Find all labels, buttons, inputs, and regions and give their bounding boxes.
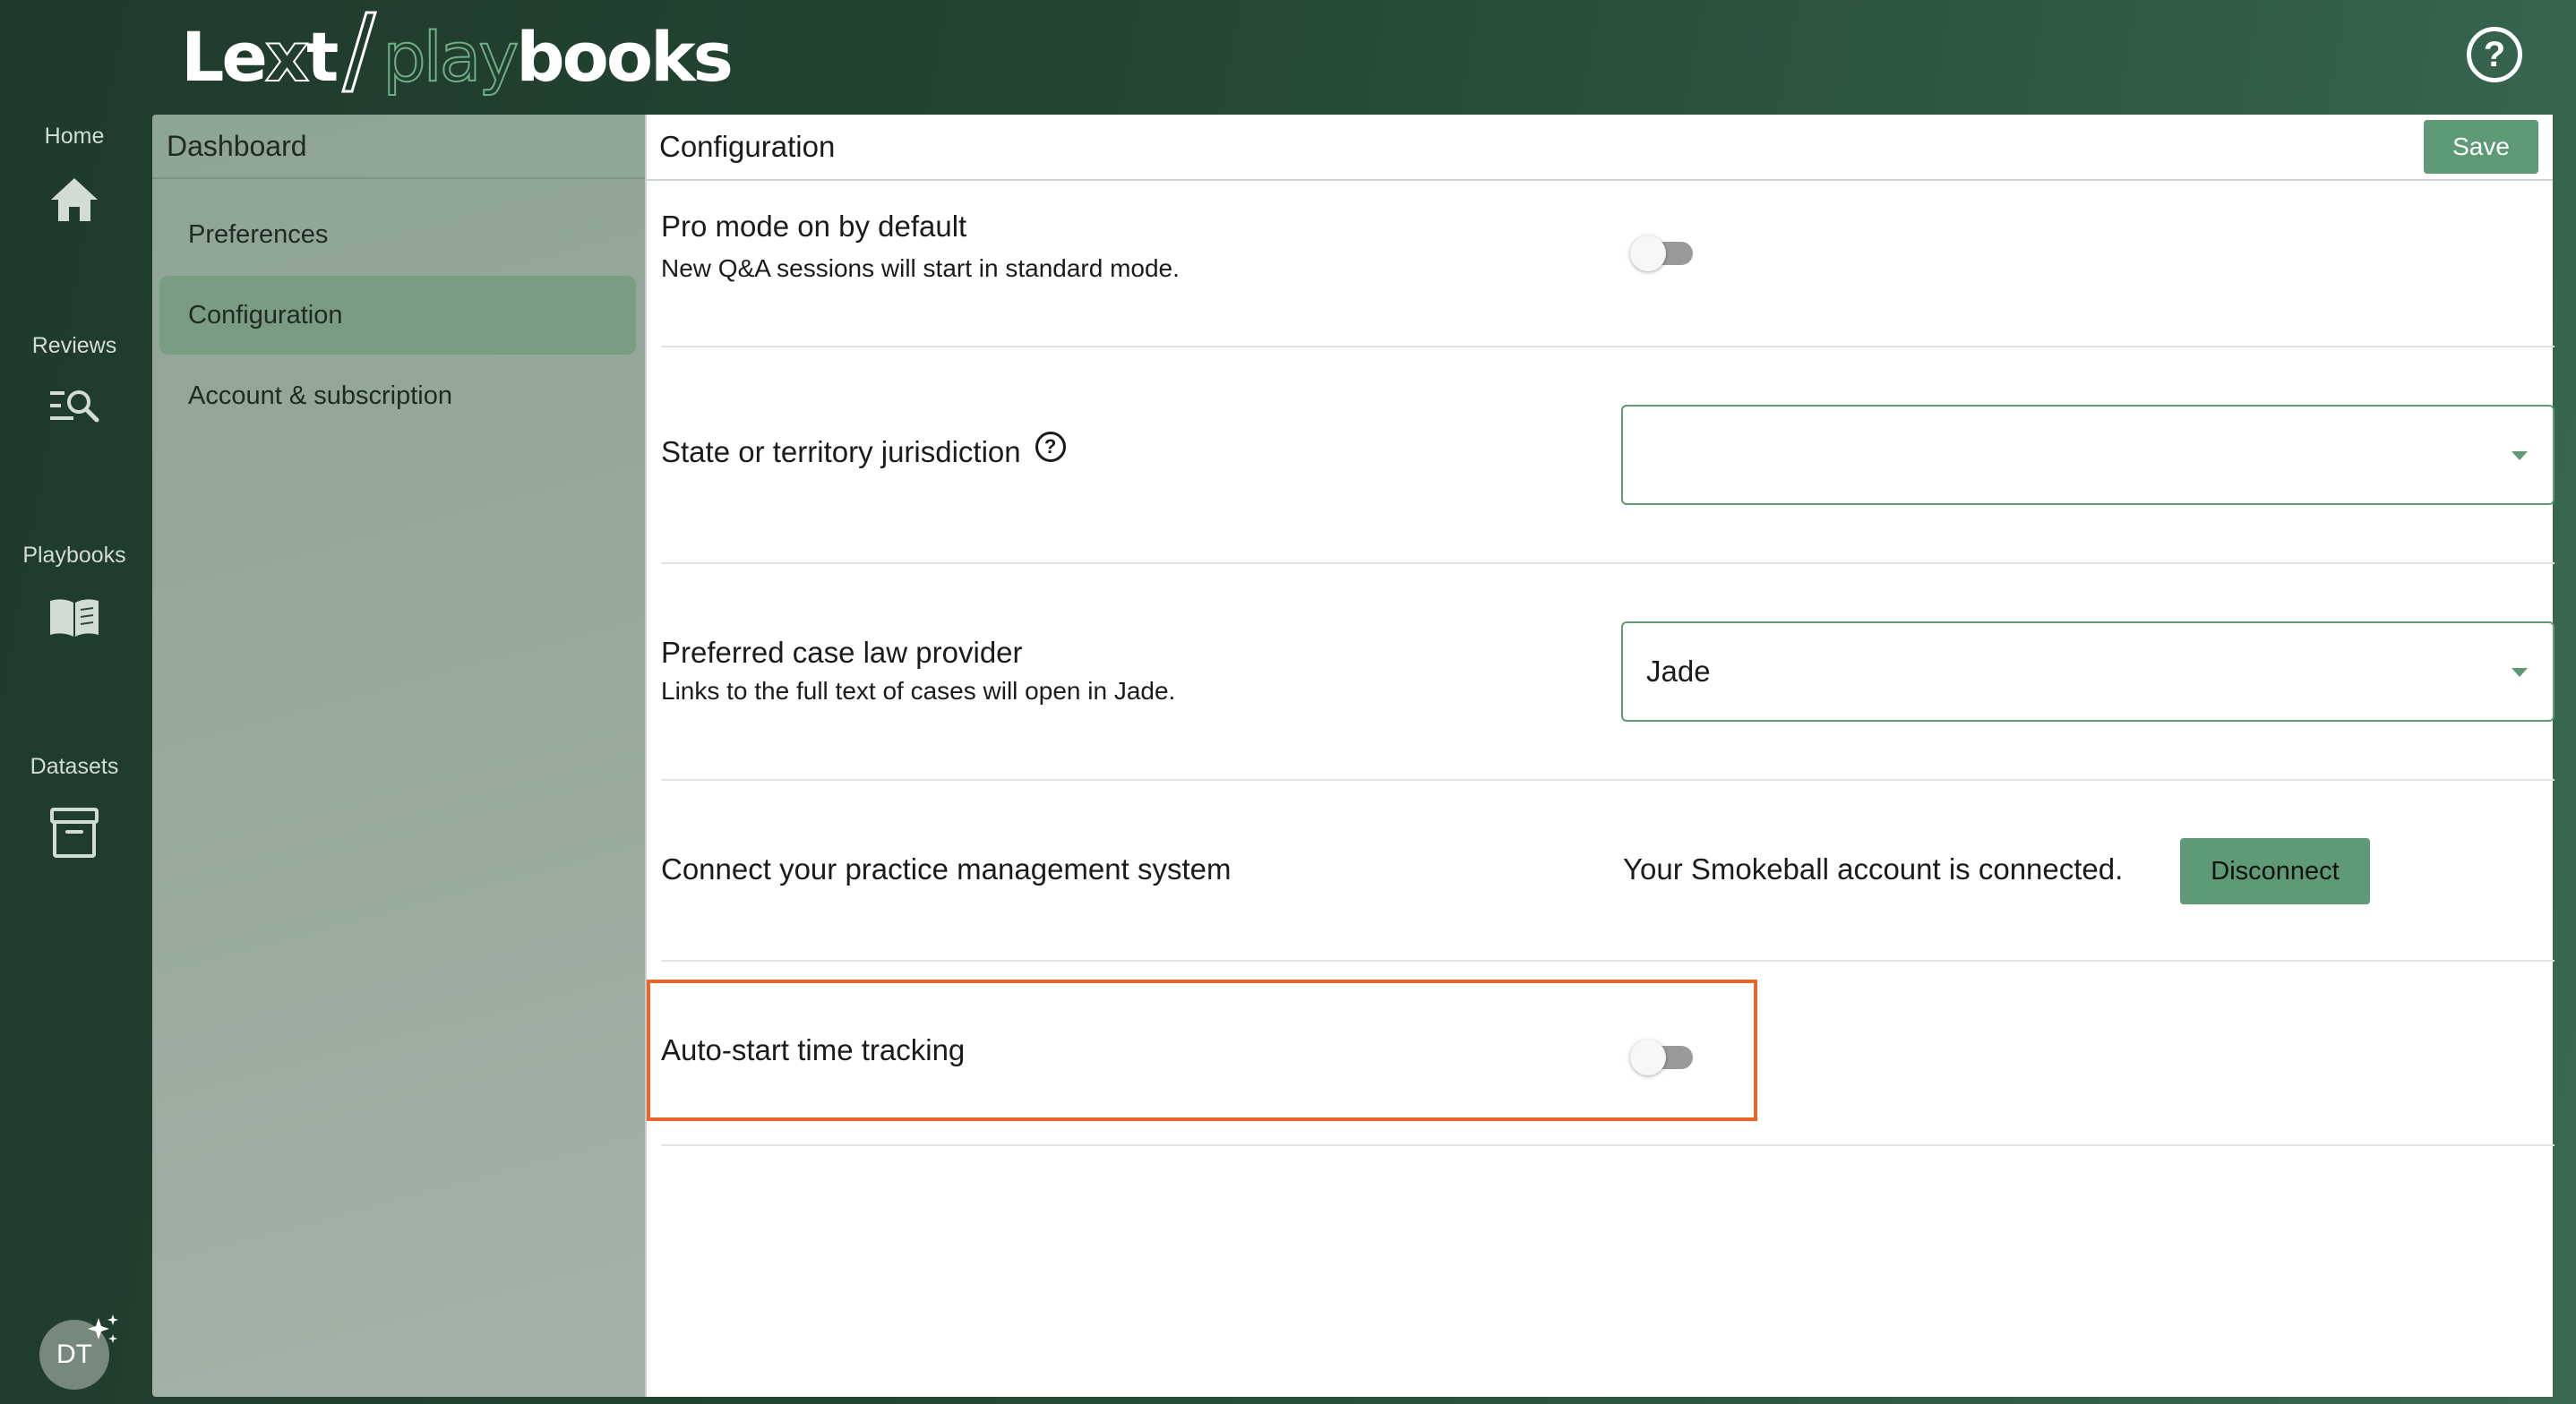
nav-item-datasets[interactable]: Datasets (0, 754, 149, 859)
pro-mode-toggle[interactable] (1630, 231, 1698, 274)
logo-text-le: Le (181, 17, 268, 97)
divider (661, 346, 2555, 347)
save-button[interactable]: Save (2424, 120, 2538, 174)
nav-label-playbooks: Playbooks (22, 543, 126, 568)
page-title: Configuration (647, 115, 2553, 181)
nav-item-playbooks[interactable]: Playbooks (0, 543, 149, 640)
nav-item-home[interactable]: Home (0, 124, 149, 223)
sidebar-item-preferences[interactable]: Preferences (159, 195, 636, 274)
case-law-title: Preferred case law provider (661, 636, 1023, 669)
chevron-down-icon (2512, 451, 2528, 460)
question-circle-icon[interactable]: ? (1035, 432, 1066, 462)
search-list-icon (50, 390, 99, 423)
jurisdiction-label: State or territory jurisdiction (661, 435, 1021, 468)
disconnect-button[interactable]: Disconnect (2180, 838, 2370, 904)
toggle-knob (1630, 235, 1666, 271)
logo-text-play: play (382, 17, 519, 97)
jurisdiction-select[interactable] (1621, 405, 2555, 505)
logo-text-x: x (264, 17, 310, 97)
nav-label-home: Home (44, 124, 105, 149)
practice-mgmt-title: Connect your practice management system (661, 852, 1232, 886)
divider (661, 960, 2555, 962)
logo-text-books: books (516, 17, 734, 97)
pro-mode-title: Pro mode on by default (661, 210, 967, 243)
time-tracking-title: Auto-start time tracking (661, 1033, 966, 1066)
sparkle-icon (88, 1314, 118, 1343)
toggle-knob (1630, 1040, 1666, 1075)
book-icon (50, 599, 99, 637)
pro-mode-subtitle: New Q&A sessions will start in standard … (661, 254, 1180, 282)
home-icon (51, 178, 98, 221)
logo-slash-icon (339, 9, 379, 106)
chevron-down-icon (2512, 668, 2528, 677)
app-logo: Le x t play books (181, 11, 734, 102)
settings-sidebar: Dashboard Preferences Configuration Acco… (152, 115, 645, 1397)
divider (661, 1144, 2555, 1146)
jurisdiction-title: State or territory jurisdiction ? (661, 432, 1066, 469)
nav-label-reviews: Reviews (31, 333, 117, 358)
sidebar-item-account-subscription[interactable]: Account & subscription (159, 356, 636, 435)
nav-label-datasets: Datasets (30, 754, 119, 779)
time-tracking-toggle[interactable] (1630, 1035, 1698, 1078)
sidebar-title: Dashboard (152, 115, 645, 179)
divider (661, 779, 2555, 781)
configuration-panel: Configuration Save Pro mode on by defaul… (645, 115, 2555, 1397)
archive-box-icon (50, 808, 99, 858)
help-icon[interactable]: ? (2467, 27, 2522, 82)
divider (661, 562, 2555, 564)
logo-text-t: t (306, 17, 339, 97)
sidebar-item-configuration[interactable]: Configuration (159, 276, 636, 355)
case-law-value: Jade (1646, 655, 1711, 688)
practice-mgmt-status: Your Smokeball account is connected. (1623, 852, 2124, 886)
nav-item-reviews[interactable]: Reviews (0, 333, 149, 425)
case-law-subtitle: Links to the full text of cases will ope… (661, 677, 1176, 705)
case-law-select[interactable]: Jade (1621, 621, 2555, 722)
